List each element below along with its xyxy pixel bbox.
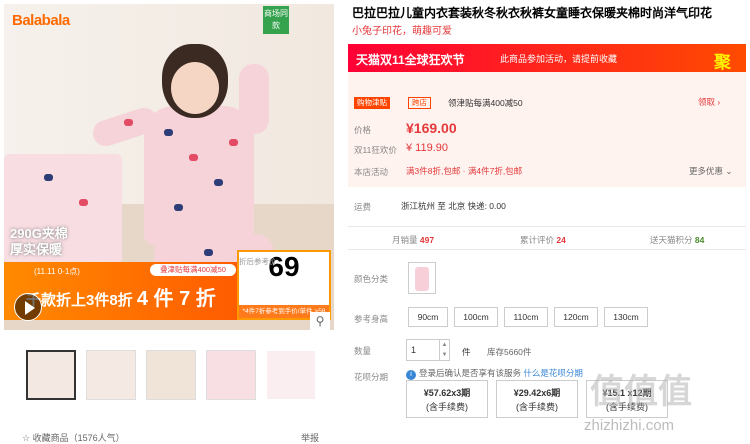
size-label: 参考身高: [354, 314, 389, 324]
huabei-note: i 登录后确认是否享有该服务 什么是花呗分期: [406, 367, 583, 380]
reference-price-box: 折后参考价 69 *4件7折参考到手价/单件 >58: [237, 250, 331, 320]
double11-price-label: 双11狂欢价: [354, 145, 397, 155]
promo-date: (11.11 0-1点): [34, 267, 80, 276]
total-reviews-label: 累计评价: [520, 235, 555, 245]
quantity-input[interactable]: 1: [406, 339, 440, 361]
price-label: 价格: [354, 125, 372, 135]
promo-main: 千款折上3件8折 4 件 7 折: [26, 282, 216, 311]
shipping-text[interactable]: 浙江杭州 至 北京 快递: 0.00: [401, 200, 506, 212]
double11-banner: 天猫双11全球狂欢节 此商品参加活动，请提前收藏 聚: [348, 44, 746, 72]
stock-text: 库存5660件: [487, 347, 532, 357]
chevron-right-icon: ›: [717, 97, 721, 107]
more-offers-label: 更多优惠: [689, 166, 724, 176]
same-style-badge: 商场同款: [263, 6, 289, 34]
thumbnail[interactable]: [266, 350, 316, 400]
girl-body: [144, 106, 254, 246]
bunny-print: [204, 249, 213, 256]
collect-count: （1576人气）: [68, 433, 125, 443]
claim-link[interactable]: 领取 ›: [698, 96, 720, 108]
cross-store-tag: 跨店: [408, 97, 431, 109]
banner-info: 此商品参加活动，请提前收藏: [500, 54, 618, 64]
reference-price-label: 折后参考价: [239, 257, 277, 266]
bunny-print: [79, 199, 88, 206]
thumbnail[interactable]: [206, 350, 256, 400]
main-product-image[interactable]: Balabala 商场同款 290G夹棉 厚实保暖 (11.11 0-1点) 叠…: [4, 4, 334, 330]
monthly-sales-label: 月销量: [392, 235, 418, 245]
brand-logo: Balabala: [12, 12, 70, 29]
product-title: 巴拉巴拉儿童内衣套装秋冬秋衣秋裤女童睡衣保暖夹棉时尚洋气印花: [352, 6, 713, 20]
watermark-logo: 值值值: [590, 373, 692, 411]
tmall-points: 送天猫积分 84: [650, 234, 704, 246]
total-reviews[interactable]: 累计评价 24: [520, 234, 566, 246]
installment-option[interactable]: ¥29.42x6期 (含手续费): [496, 380, 578, 418]
installment-option[interactable]: ¥57.62x3期 (含手续费): [406, 380, 488, 418]
girl-arm: [239, 64, 269, 134]
store-activity-label: 本店活动: [354, 167, 389, 177]
feature-badge-line1: 290G夹棉: [10, 226, 68, 241]
collect-product[interactable]: ☆ 收藏商品（1576人气）: [22, 431, 125, 444]
shopping-allowance-tag: 购物津贴: [354, 97, 390, 109]
product-subtitle: 小兔子印花，萌趣可爱: [352, 26, 452, 37]
bunny-print: [124, 119, 133, 126]
color-label: 颜色分类: [354, 274, 389, 284]
color-swatch[interactable]: [408, 262, 436, 294]
bunny-print: [174, 204, 183, 211]
size-option[interactable]: 130cm: [604, 307, 648, 327]
promo-main-strong: 4 件 7 折: [136, 288, 216, 310]
bunny-print: [164, 129, 173, 136]
allowance-text: 领津贴每满400减50: [448, 98, 523, 108]
play-video-button[interactable]: [14, 293, 42, 321]
magnifier-icon[interactable]: ⚲: [310, 312, 330, 330]
quantity-stepper[interactable]: ▲ ▼: [440, 339, 450, 361]
promo-main-text: 千款折上3件8折: [26, 292, 133, 309]
tmall-points-value: 84: [694, 235, 705, 245]
thumbnail[interactable]: [86, 350, 136, 400]
collect-label: 收藏商品: [32, 433, 69, 443]
report-link[interactable]: 举报: [301, 431, 319, 444]
pajama-thumbnail: [415, 267, 429, 291]
size-option[interactable]: 100cm: [454, 307, 498, 327]
installment-fee-note: (含手续费): [516, 402, 558, 412]
stats-bar: 月销量 497 累计评价 24 送天猫积分 84: [348, 226, 746, 250]
monthly-sales: 月销量 497: [392, 234, 434, 246]
quantity-label: 数量: [354, 346, 372, 356]
gallery: Balabala 商场同款 290G夹棉 厚实保暖 (11.11 0-1点) 叠…: [4, 4, 334, 444]
quantity-unit: 件: [462, 347, 471, 357]
bunny-print: [229, 139, 238, 146]
girl-face: [171, 62, 219, 114]
store-activity: 满3件8折,包邮 · 满4件7折,包邮: [406, 166, 523, 176]
ju-icon: 聚: [714, 53, 731, 72]
installment-amount: ¥57.62x3期: [423, 388, 471, 398]
huabei-note-text: 登录后确认是否享有该服务: [419, 368, 522, 378]
size-option[interactable]: 120cm: [554, 307, 598, 327]
promo-tag: 叠津贴每满400减50: [150, 264, 236, 276]
double11-logo: 天猫双11全球狂欢节: [356, 53, 465, 67]
info-icon: i: [406, 370, 416, 380]
installment-fee-note: (含手续费): [426, 402, 468, 412]
installment-amount: ¥29.42x6期: [513, 388, 561, 398]
thumbnail[interactable]: [146, 350, 196, 400]
thumbnail[interactable]: [26, 350, 76, 400]
total-reviews-value: 24: [556, 235, 566, 245]
bunny-print: [44, 174, 53, 181]
size-option[interactable]: 90cm: [408, 307, 448, 327]
thumbnail-strip: [26, 350, 326, 400]
bunny-print: [189, 154, 198, 161]
feature-badge-line2: 厚实保暖: [10, 242, 63, 257]
shipping-label: 运费: [354, 202, 372, 212]
price-value: ¥169.00: [406, 120, 457, 136]
huabei-label: 花呗分期: [354, 372, 389, 382]
watermark-url: zhizhizhi.com: [584, 417, 675, 434]
bunny-print: [214, 179, 223, 186]
monthly-sales-value: 497: [419, 235, 435, 245]
huabei-help-link[interactable]: 什么是花呗分期: [523, 368, 583, 378]
feature-badge: 290G夹棉 厚实保暖: [10, 226, 68, 258]
claim-label: 领取: [698, 97, 716, 107]
more-offers-link[interactable]: 更多优惠 ⌄: [689, 165, 733, 177]
double11-price-value: ¥ 119.90: [406, 142, 449, 154]
tmall-points-label: 送天猫积分: [650, 235, 693, 245]
size-option[interactable]: 110cm: [504, 307, 548, 327]
chevron-down-icon: ⌄: [725, 166, 733, 176]
